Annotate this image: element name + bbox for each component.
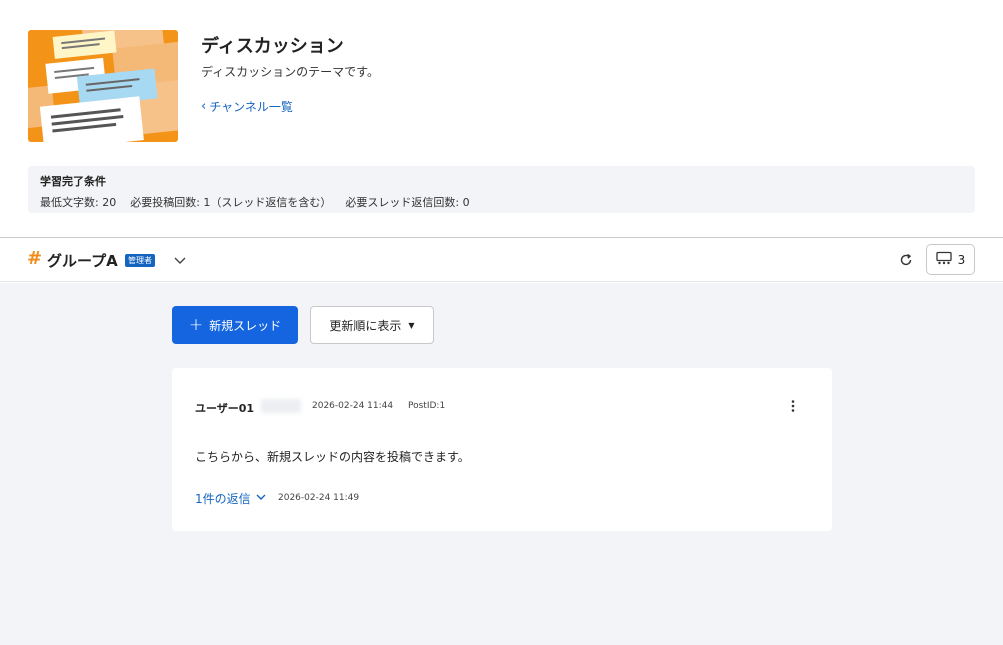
group-name: グループA [47, 252, 118, 270]
member-count: 3 [957, 252, 966, 267]
sort-label: 更新順に表示 [329, 318, 402, 333]
completion-title: 学習完了条件 [40, 175, 106, 188]
hash-icon: # [27, 248, 43, 269]
members-button[interactable]: 3 [926, 244, 975, 275]
channel-header: ディスカッション ディスカッションのテーマです。 ‹ チャンネル一覧 学習完了条… [0, 0, 1003, 237]
refresh-icon[interactable] [897, 251, 915, 269]
chevron-down-icon[interactable] [172, 252, 188, 268]
chevron-down-icon [255, 491, 267, 506]
reply-date: 2026-02-24 11:49 [278, 493, 360, 503]
plus-icon: + [188, 314, 204, 335]
replies-toggle[interactable]: 1件の返信 [195, 490, 267, 507]
back-to-channel-list-link[interactable]: ‹ チャンネル一覧 [201, 98, 293, 115]
post-content: こちらから、新規スレッドの内容を投稿できます。 [195, 450, 470, 464]
more-options-icon[interactable] [784, 397, 802, 415]
members-icon [936, 251, 952, 268]
caret-down-icon: ▼ [408, 320, 415, 330]
completion-conditions: 学習完了条件 最低文字数: 20 必要投稿回数: 1（スレッド返信を含む） 必要… [28, 166, 975, 213]
min-characters: 最低文字数: 20 [40, 196, 117, 209]
required-posts: 必要投稿回数: 1（スレッド返信を含む） [130, 196, 332, 209]
post-id: PostID:1 [408, 401, 446, 411]
new-thread-button[interactable]: + 新規スレッド [172, 306, 298, 344]
thread-post: ユーザー01 2026-02-24 11:44 PostID:1 こちらから、新… [172, 368, 832, 531]
replies-label: 1件の返信 [195, 492, 251, 506]
back-link-label: チャンネル一覧 [209, 100, 293, 114]
group-bar: # グループA 管理者 3 [0, 238, 1003, 282]
thread-area: + 新規スレッド 更新順に表示 ▼ ユーザー01 2026-02-24 11:4… [0, 283, 1003, 645]
blurred-avatar [261, 399, 301, 413]
post-date: 2026-02-24 11:44 [312, 401, 394, 411]
required-replies: 必要スレッド返信回数: 0 [345, 196, 470, 209]
post-author: ユーザー01 [195, 402, 255, 415]
channel-title: ディスカッション [201, 36, 344, 57]
chevron-left-icon: ‹ [201, 99, 207, 114]
new-thread-label: 新規スレッド [209, 318, 282, 333]
sort-dropdown[interactable]: 更新順に表示 ▼ [310, 306, 434, 344]
admin-badge: 管理者 [125, 254, 155, 267]
channel-description: ディスカッションのテーマです。 [201, 65, 379, 79]
channel-thumbnail [28, 30, 178, 142]
